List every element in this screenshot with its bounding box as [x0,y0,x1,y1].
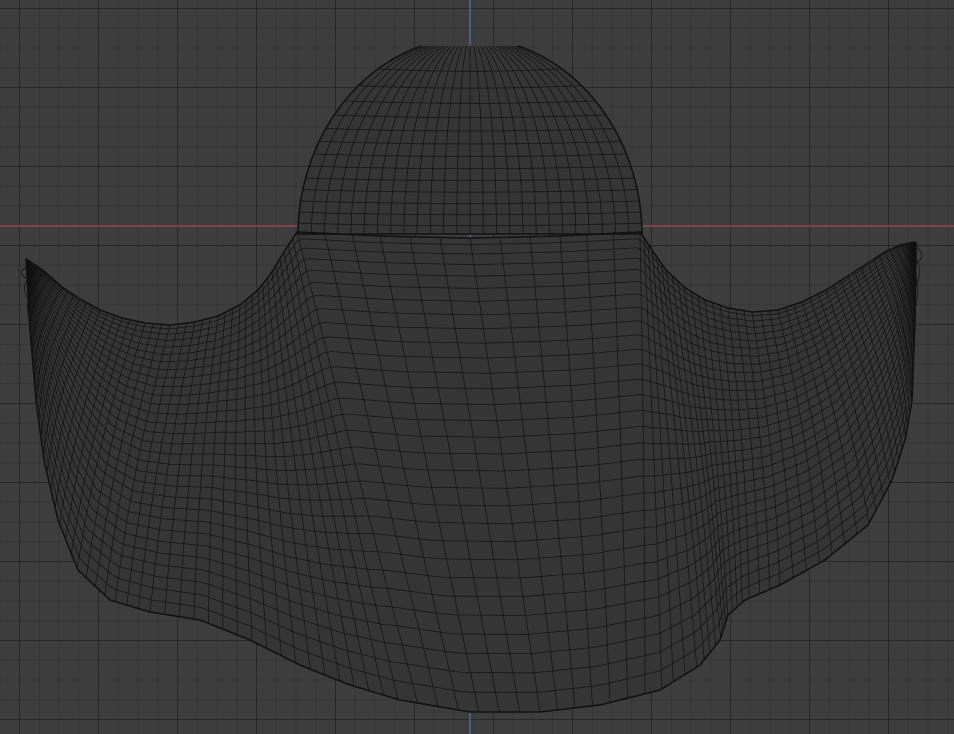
brim-fill [26,232,916,712]
hat-mesh-wireframe[interactable] [20,45,923,713]
viewport-canvas[interactable] [0,0,954,734]
3d-viewport[interactable] [0,0,954,734]
